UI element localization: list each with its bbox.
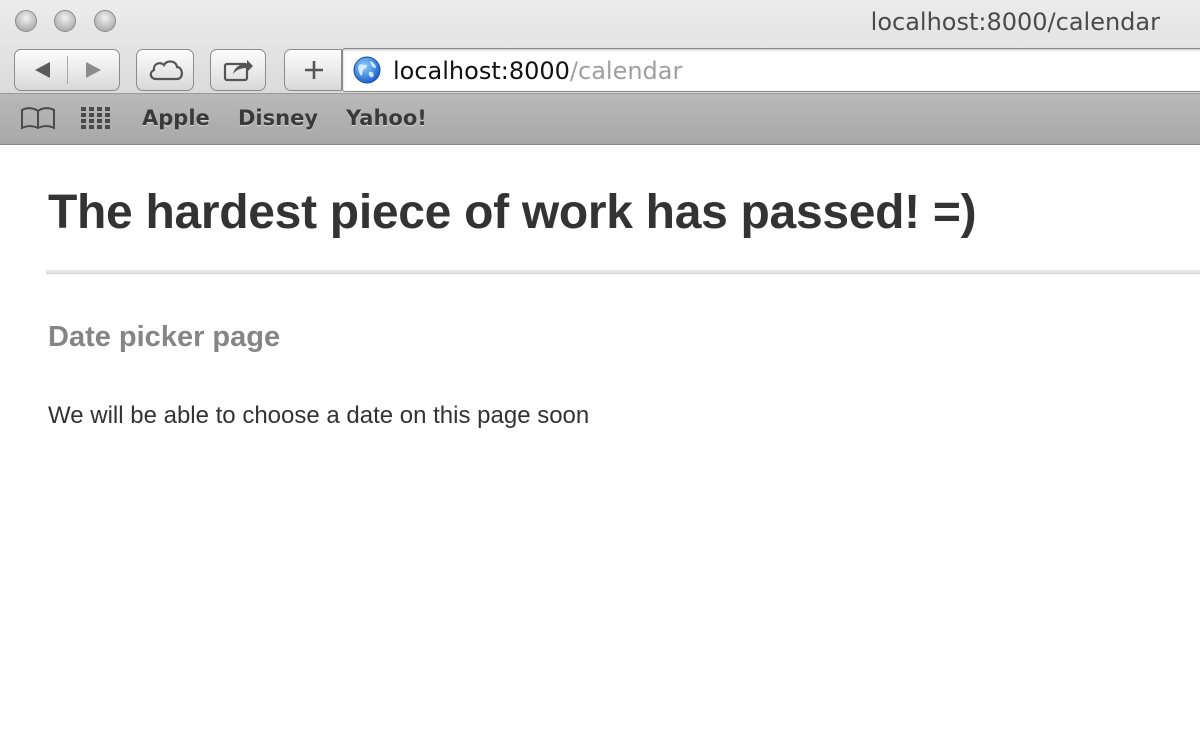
window-title: localhost:8000/calendar [870,8,1160,36]
bookmark-yahoo[interactable]: Yahoo! [346,106,427,130]
share-button[interactable] [210,49,266,91]
icloud-tabs-button[interactable] [136,49,194,91]
close-window-button[interactable] [15,10,37,32]
forward-button[interactable] [68,50,121,90]
page-subtitle: Date picker page [48,321,281,353]
bookmark-disney[interactable]: Disney [238,106,318,130]
page-content: The hardest piece of work has passed! =)… [0,145,1200,740]
grid-icon[interactable] [80,106,112,130]
title-divider [46,270,1200,274]
bookmarks-bar: Apple Disney Yahoo! [0,93,1200,144]
url-host: localhost:8000 [393,57,570,85]
browser-chrome: localhost:8000/calendar localhost:8000/c… [0,0,1200,145]
open-book-icon[interactable] [20,106,56,130]
zoom-window-button[interactable] [94,10,116,32]
new-tab-button[interactable] [284,49,342,91]
plus-icon [305,61,323,79]
globe-icon [353,56,381,84]
page-body-text: We will be able to choose a date on this… [48,402,590,429]
url-path: /calendar [569,57,683,85]
back-button[interactable] [15,50,68,90]
page-title: The hardest piece of work has passed! =) [48,186,977,239]
cloud-icon [149,60,183,81]
bookmark-apple[interactable]: Apple [142,106,210,130]
minimize-window-button[interactable] [54,10,76,32]
share-icon [223,60,253,82]
forward-arrow-icon [86,62,101,78]
window-titlebar: localhost:8000/calendar [0,0,1200,44]
back-arrow-icon [35,62,50,78]
address-bar[interactable]: localhost:8000/calendar [342,48,1200,92]
back-forward-buttons [14,49,120,91]
url-text: localhost:8000/calendar [393,57,682,85]
